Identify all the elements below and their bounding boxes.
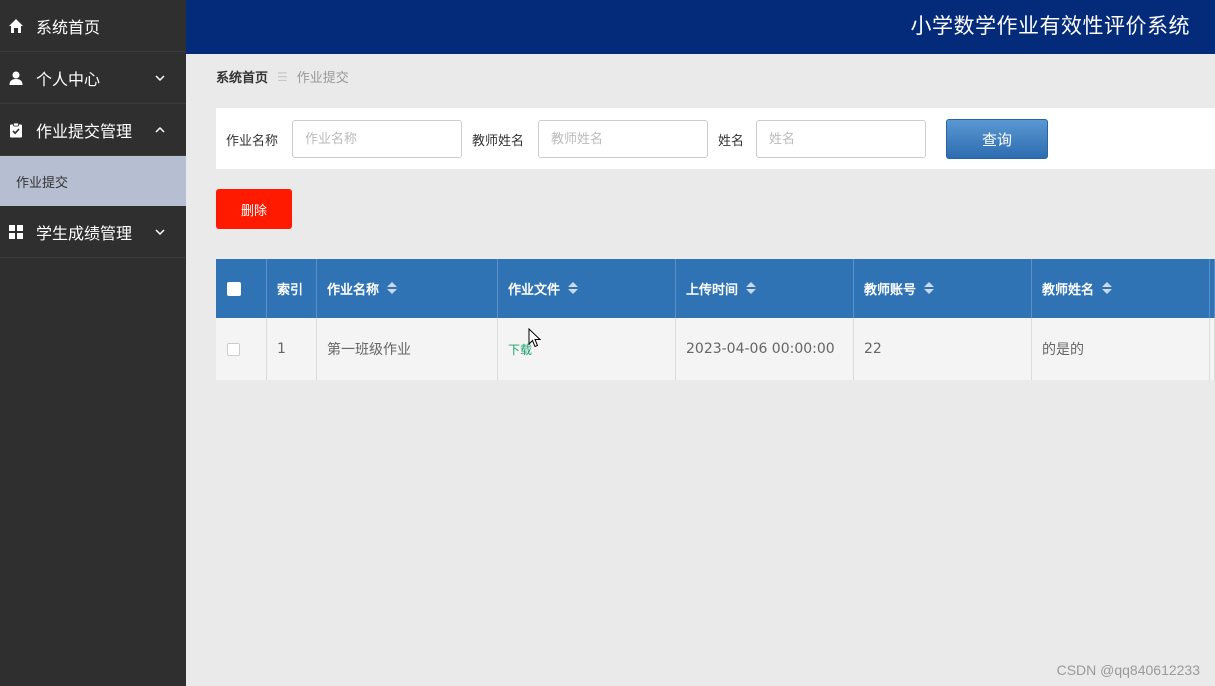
- column-header-label: 教师账号: [864, 283, 917, 298]
- system-title: 小学数学作业有效性评价系统: [910, 14, 1190, 38]
- chevron-down-icon: [155, 228, 165, 235]
- sort-icon[interactable]: [924, 281, 935, 296]
- header-select-all: [216, 259, 267, 318]
- select-all-checkbox[interactable]: [227, 281, 241, 296]
- sidebar-item-label: 学生成绩管理: [36, 223, 133, 243]
- breadcrumb-separator: ☰: [277, 69, 288, 84]
- query-button[interactable]: 查询: [946, 119, 1048, 159]
- column-header-teacher-account[interactable]: 教师账号: [854, 259, 1032, 318]
- delete-button[interactable]: 删除: [216, 189, 292, 229]
- cell-teacher-account: 22: [854, 318, 1032, 380]
- breadcrumb-home[interactable]: 系统首页: [216, 67, 268, 86]
- sort-icon[interactable]: [568, 281, 579, 296]
- breadcrumb-current: 作业提交: [296, 71, 349, 86]
- submission-table: 索引 作业名称 作业文件 上传时间 教师账号 教师姓名 1 第一班级作业 下载 …: [216, 259, 1215, 380]
- sidebar-item-label: 个人中心: [36, 69, 101, 89]
- column-header-index: 索引: [267, 259, 317, 318]
- sidebar: 系统首页 个人中心 作业提交管理 作业提交 学生成绩管理: [0, 0, 186, 686]
- cell-homework-name: 第一班级作业: [317, 318, 498, 380]
- home-icon: [8, 18, 24, 34]
- homework-name-input[interactable]: [292, 120, 462, 158]
- column-header-label: 上传时间: [686, 283, 739, 298]
- search-panel: 作业名称 教师姓名 姓名 查询: [216, 108, 1215, 169]
- teacher-name-label: 教师姓名: [472, 134, 525, 149]
- column-header-homework-name[interactable]: 作业名称: [317, 259, 498, 318]
- homework-name-label: 作业名称: [226, 134, 279, 149]
- sort-icon[interactable]: [387, 281, 398, 296]
- column-header-label: 作业文件: [508, 283, 561, 298]
- teacher-name-input[interactable]: [538, 120, 708, 158]
- column-header-upload-time[interactable]: 上传时间: [676, 259, 854, 318]
- column-header-label: 索引: [277, 283, 304, 298]
- row-select: [216, 318, 267, 380]
- breadcrumb: 系统首页 ☰ 作业提交: [216, 67, 349, 87]
- watermark: CSDN @qq840612233: [1056, 662, 1200, 678]
- table-header: 索引 作业名称 作业文件 上传时间 教师账号 教师姓名: [216, 259, 1215, 318]
- chevron-up-icon: [155, 126, 165, 133]
- cell-index: 1: [267, 318, 317, 380]
- column-header-teacher-name[interactable]: 教师姓名: [1032, 259, 1210, 318]
- row-checkbox[interactable]: [227, 342, 240, 356]
- sidebar-item-personal-center[interactable]: 个人中心: [0, 52, 186, 104]
- column-header-homework-file[interactable]: 作业文件: [498, 259, 676, 318]
- cell-homework-file: 下载: [498, 318, 676, 380]
- sidebar-item-label: 作业提交管理: [36, 121, 133, 141]
- cell-upload-time: 2023-04-06 00:00:00: [676, 318, 854, 380]
- sort-icon[interactable]: [746, 281, 757, 296]
- user-icon: [8, 70, 24, 86]
- sidebar-item-home[interactable]: 系统首页: [0, 0, 186, 52]
- grid-icon: [8, 224, 24, 240]
- student-name-label: 姓名: [718, 134, 745, 149]
- sidebar-subitem-label: 作业提交: [16, 175, 69, 191]
- top-header: 小学数学作业有效性评价系统: [186, 0, 1215, 54]
- student-name-input[interactable]: [756, 120, 926, 158]
- sidebar-subitem-homework-submission[interactable]: 作业提交: [0, 156, 186, 206]
- sort-icon[interactable]: [1102, 281, 1113, 296]
- column-header-label: 教师姓名: [1042, 283, 1095, 298]
- sidebar-item-label: 系统首页: [36, 17, 101, 37]
- cell-overflow: [1210, 318, 1215, 380]
- mouse-cursor-icon: [528, 328, 542, 348]
- cell-teacher-name: 的是的: [1032, 318, 1210, 380]
- table-row: 1 第一班级作业 下载 2023-04-06 00:00:00 22 的是的: [216, 318, 1215, 380]
- sidebar-item-homework-submission-management[interactable]: 作业提交管理: [0, 104, 186, 156]
- sidebar-item-student-score-management[interactable]: 学生成绩管理: [0, 206, 186, 258]
- clipboard-check-icon: [8, 122, 24, 138]
- column-header-overflow: [1210, 259, 1215, 318]
- chevron-down-icon: [155, 74, 165, 81]
- column-header-label: 作业名称: [327, 283, 380, 298]
